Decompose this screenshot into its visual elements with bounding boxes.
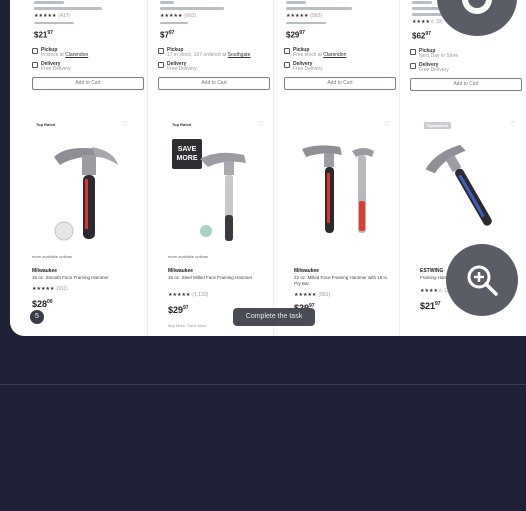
title-fragment <box>34 1 64 4</box>
title-fragment <box>286 7 352 10</box>
store-icon <box>32 48 38 54</box>
store-icon <box>410 49 416 55</box>
top-rated-badge: Top Rated <box>36 122 56 127</box>
price: $2997 <box>168 305 189 315</box>
rating-stars: ★★★★★ (417) <box>34 13 71 19</box>
hammer-image[interactable] <box>36 135 126 245</box>
brand-name: Milwaukee <box>168 268 194 274</box>
rating-stars: ★★★★★ (601) <box>160 13 197 19</box>
pickup-option[interactable]: Pickup 17 in stock, 167 ordered at Southg… <box>158 48 274 58</box>
subtext-fragment <box>34 22 74 24</box>
title-fragment <box>160 7 224 10</box>
product-card-top-1[interactable]: ★★★★★ (417) $2197 Pickup In stock at Clare… <box>26 0 148 90</box>
selected-check-icon[interactable]: 5 <box>30 310 44 324</box>
price: $2197 <box>420 301 441 311</box>
pickup-option[interactable]: Pickup Next Day in Store <box>410 49 526 59</box>
price: $2997 <box>286 30 305 40</box>
top-rated-badge: Top Rated <box>172 122 192 127</box>
product-card-1[interactable]: Top Rated ♡ more available options Milwa… <box>14 115 138 336</box>
add-to-cart-button[interactable]: Add to Cart <box>284 77 396 90</box>
price: $797 <box>160 30 175 40</box>
title-fragment <box>286 1 306 4</box>
rating-stars: ★★★★★ (561) <box>294 292 331 298</box>
more-options-link[interactable]: more available options <box>168 254 208 259</box>
truck-icon <box>410 63 416 69</box>
sponsored-badge: Sponsored <box>424 122 451 129</box>
truck-icon <box>158 62 164 68</box>
task-toast: Complete the task <box>233 308 315 326</box>
pickup-option[interactable]: Pickup In stock at Clarendon <box>32 48 148 58</box>
product-card-top-2[interactable]: ★★★★★ (601) $797 Pickup 17 in stock, 167 o… <box>152 0 274 90</box>
rating-stars: ★★★★★ (1,133) <box>168 292 209 298</box>
product-card-2[interactable]: Top Rated ♡ SAVE MORE more available opti… <box>150 115 274 336</box>
delivery-option[interactable]: Delivery Free Delivery <box>284 62 400 72</box>
delivery-option[interactable]: Delivery Free Delivery <box>32 62 148 72</box>
add-to-cart-button[interactable]: Add to Cart <box>32 77 144 90</box>
delivery-option[interactable]: Delivery Free Delivery <box>158 62 274 72</box>
favorite-heart-icon[interactable]: ♡ <box>258 120 264 128</box>
truck-icon <box>32 62 38 68</box>
pickup-option[interactable]: Pickup Free stock at Clarendon <box>284 48 400 58</box>
price: $2197 <box>34 30 53 40</box>
divider <box>0 384 526 385</box>
truck-icon <box>284 62 290 68</box>
hammer-image[interactable] <box>190 145 260 245</box>
hammer-image[interactable] <box>422 137 512 237</box>
zoom-in-button[interactable] <box>446 244 518 316</box>
brand-name: Milwaukee <box>294 268 320 274</box>
add-to-cart-button[interactable]: Add to Cart <box>158 77 270 90</box>
product-card-3[interactable]: ♡ Milwaukee 22 oz. Milled Face Framing H… <box>276 115 400 336</box>
brand-name: Milwaukee <box>32 268 58 274</box>
more-options-link[interactable]: more available options <box>32 254 72 259</box>
price: $2800 <box>32 299 53 309</box>
product-title[interactable]: 22 oz. Milled Face Framing Hammer with 1… <box>294 275 394 287</box>
product-title[interactable]: 16 oz. Smooth Face Framing Hammer <box>32 275 132 281</box>
rating-stars: ★★★★★ (911) <box>32 286 68 292</box>
product-title[interactable]: 16 oz. Steel Milled Face Framing Hammer <box>168 275 268 281</box>
title-fragment <box>412 1 432 4</box>
favorite-heart-icon[interactable]: ♡ <box>122 120 128 128</box>
store-icon <box>158 48 164 54</box>
favorite-heart-icon[interactable]: ♡ <box>510 120 516 128</box>
title-fragment <box>34 7 102 10</box>
zoom-in-icon <box>467 265 498 296</box>
store-icon <box>284 48 290 54</box>
brand-name: ESTWING <box>420 268 444 274</box>
favorite-heart-icon[interactable]: ♡ <box>384 120 390 128</box>
product-card-top-3[interactable]: ★★★★★ (582) $2997 Pickup Free stock at Cla… <box>278 0 400 90</box>
subtext-fragment <box>160 22 188 24</box>
add-to-cart-button[interactable]: Add to Cart <box>410 78 522 91</box>
subtext-fragment <box>286 22 326 24</box>
rating-stars: ★★★★★ (582) <box>286 13 323 19</box>
hammer-image[interactable] <box>294 141 394 241</box>
title-fragment <box>160 1 174 4</box>
promo-note: Buy More, Save More <box>168 323 207 328</box>
delivery-option[interactable]: Delivery Free Delivery <box>410 63 526 73</box>
